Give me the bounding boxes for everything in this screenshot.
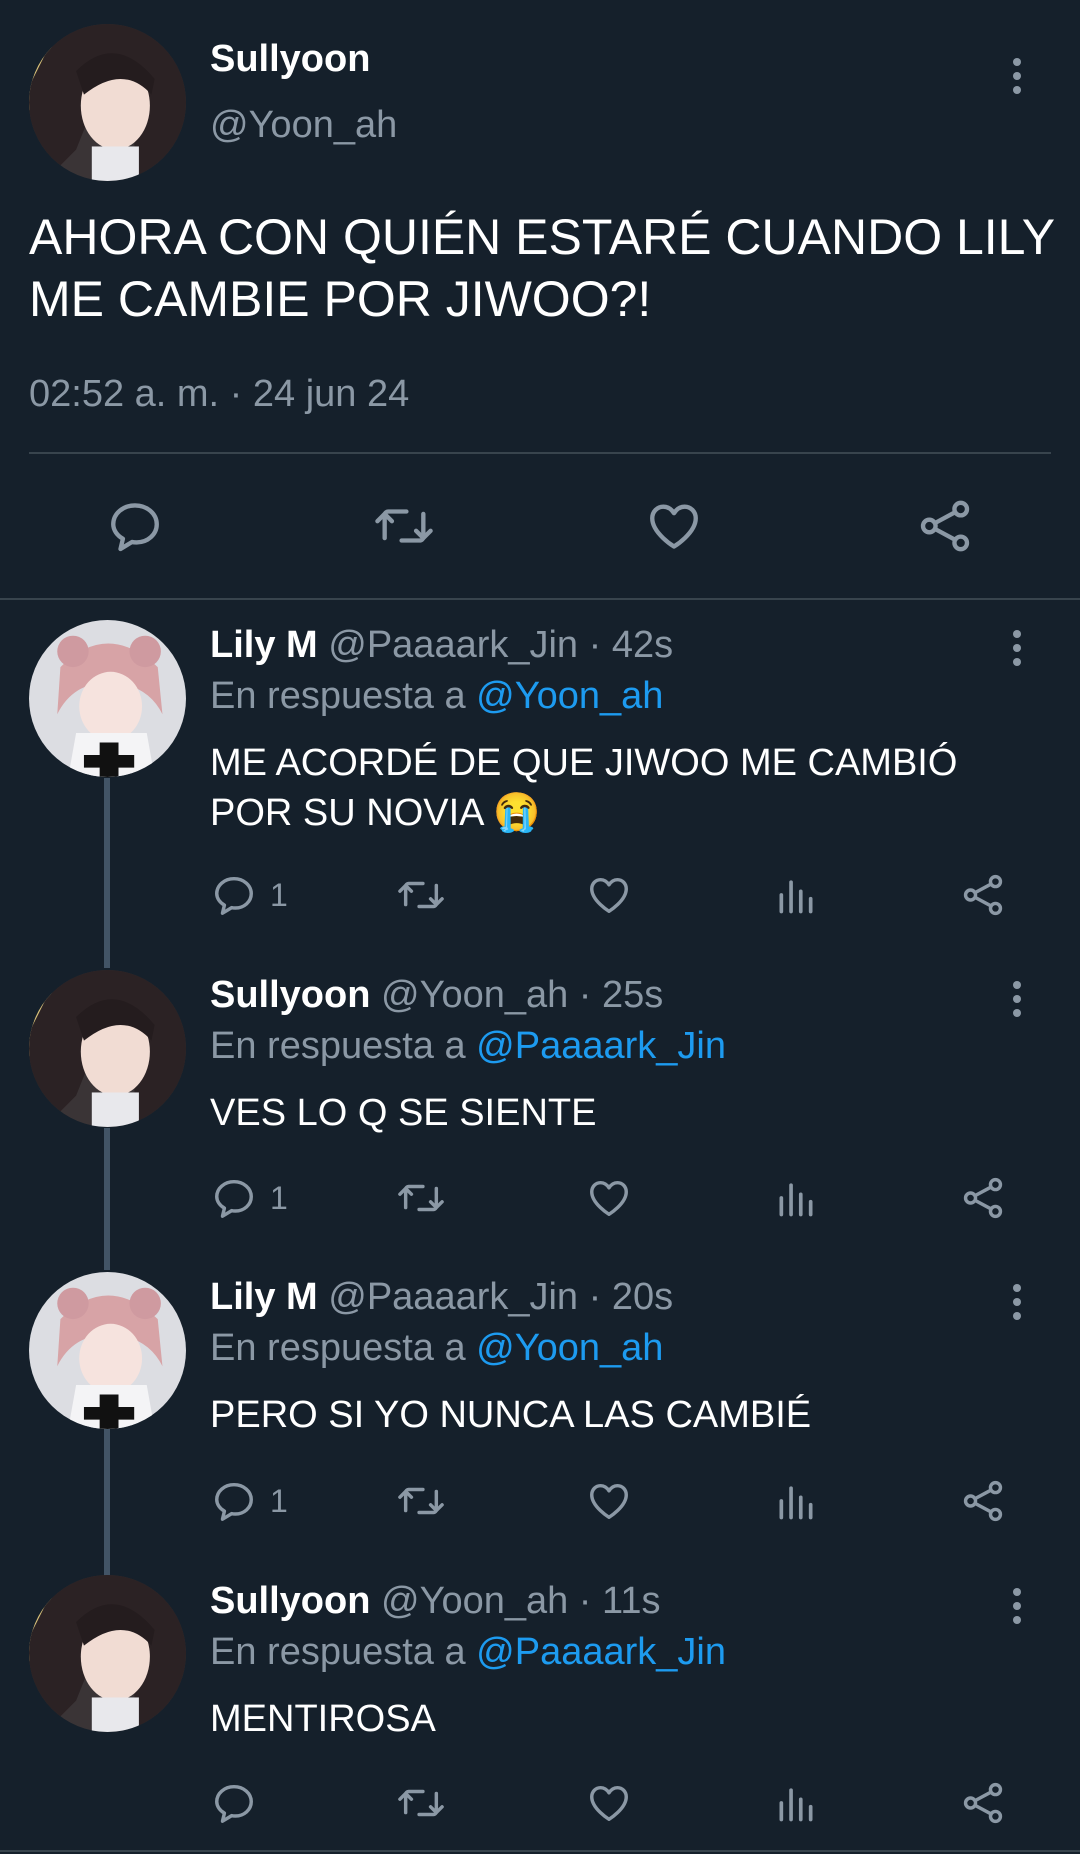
in-reply-to-handle[interactable]: @Yoon_ah	[476, 1327, 663, 1369]
heart-icon[interactable]	[585, 1175, 633, 1221]
share-icon[interactable]	[916, 497, 974, 555]
thread-line	[104, 778, 110, 968]
views-icon[interactable]	[774, 1478, 818, 1524]
more-icon[interactable]	[1007, 52, 1027, 96]
in-reply-to-label: En respuesta a	[210, 1327, 466, 1369]
tweet-text-line: ME CAMBIE POR JIWOO?!	[29, 271, 652, 327]
author-handle-time[interactable]: @Yoon_ah · 11s	[381, 1580, 660, 1622]
in-reply-to-label: En respuesta a	[210, 675, 466, 717]
author-handle-time[interactable]: @Paaaark_Jin · 42s	[328, 624, 673, 666]
reply-icon[interactable]	[211, 1175, 257, 1221]
avatar[interactable]	[29, 620, 186, 777]
retweet-icon[interactable]	[395, 1780, 447, 1826]
thread-line	[104, 1128, 110, 1270]
in-reply-to-handle[interactable]: @Yoon_ah	[476, 675, 663, 717]
more-icon[interactable]	[1007, 1278, 1027, 1322]
author-handle-time[interactable]: @Paaaark_Jin · 20s	[328, 1276, 673, 1318]
author-name[interactable]: Sullyoon	[210, 1580, 370, 1622]
retweet-icon[interactable]	[372, 497, 436, 555]
tweet-text-line: ME ACORDÉ DE QUE JIWOO ME CAMBIÓ	[210, 742, 958, 784]
reply-icon[interactable]	[211, 1478, 257, 1524]
divider	[0, 598, 1080, 600]
share-icon[interactable]	[960, 1780, 1006, 1826]
retweet-icon[interactable]	[395, 872, 447, 918]
in-reply-to-label: En respuesta a	[210, 1025, 466, 1067]
reply-count: 1	[270, 1180, 288, 1216]
reply-count: 1	[270, 1483, 288, 1519]
tweet-text-line: POR SU NOVIA 😭	[210, 792, 541, 834]
avatar[interactable]	[29, 970, 186, 1127]
avatar-image	[29, 24, 186, 181]
tweet-text-line: AHORA CON QUIÉN ESTARÉ CUANDO LILY	[29, 209, 1056, 265]
avatar-image	[29, 1272, 186, 1429]
heart-icon[interactable]	[644, 497, 704, 555]
in-reply-to-handle[interactable]: @Paaaark_Jin	[476, 1025, 726, 1067]
share-icon[interactable]	[960, 1175, 1006, 1221]
in-reply-to-label: En respuesta a	[210, 1631, 466, 1673]
retweet-icon[interactable]	[395, 1175, 447, 1221]
heart-icon[interactable]	[585, 1478, 633, 1524]
author-name[interactable]: Lily M	[210, 1276, 318, 1318]
in-reply-to-handle[interactable]: @Paaaark_Jin	[476, 1631, 726, 1673]
more-icon[interactable]	[1007, 624, 1027, 668]
more-icon[interactable]	[1007, 975, 1027, 1019]
thread-line	[104, 1428, 110, 1576]
share-icon[interactable]	[960, 872, 1006, 918]
avatar[interactable]	[29, 1272, 186, 1429]
reply-count: 1	[270, 877, 288, 913]
author-handle[interactable]: @Yoon_ah	[210, 104, 397, 147]
views-icon[interactable]	[774, 1175, 818, 1221]
avatar-image	[29, 620, 186, 777]
share-icon[interactable]	[960, 1478, 1006, 1524]
avatar-image	[29, 970, 186, 1127]
author-name[interactable]: Lily M	[210, 624, 318, 666]
tweet-text-line: VES LO Q SE SIENTE	[210, 1092, 597, 1134]
tweet-timestamp[interactable]: 02:52 a. m. · 24 jun 24	[29, 373, 409, 416]
avatar-image	[29, 1575, 186, 1732]
reply-icon[interactable]	[211, 872, 257, 918]
avatar[interactable]	[29, 1575, 186, 1732]
views-icon[interactable]	[774, 1780, 818, 1826]
divider	[0, 1850, 1080, 1852]
tweet-text-line: MENTIROSA	[210, 1698, 436, 1740]
divider	[29, 452, 1051, 454]
reply-icon[interactable]	[106, 497, 164, 555]
retweet-icon[interactable]	[395, 1478, 447, 1524]
author-handle-time[interactable]: @Yoon_ah · 25s	[381, 974, 663, 1016]
heart-icon[interactable]	[585, 1780, 633, 1826]
avatar[interactable]	[29, 24, 186, 181]
author-name[interactable]: Sullyoon	[210, 974, 370, 1016]
tweet-text-line: PERO SI YO NUNCA LAS CAMBIÉ	[210, 1394, 812, 1436]
reply-icon[interactable]	[211, 1780, 257, 1826]
more-icon[interactable]	[1007, 1582, 1027, 1626]
heart-icon[interactable]	[585, 872, 633, 918]
views-icon[interactable]	[774, 872, 818, 918]
author-name[interactable]: Sullyoon	[210, 38, 370, 81]
